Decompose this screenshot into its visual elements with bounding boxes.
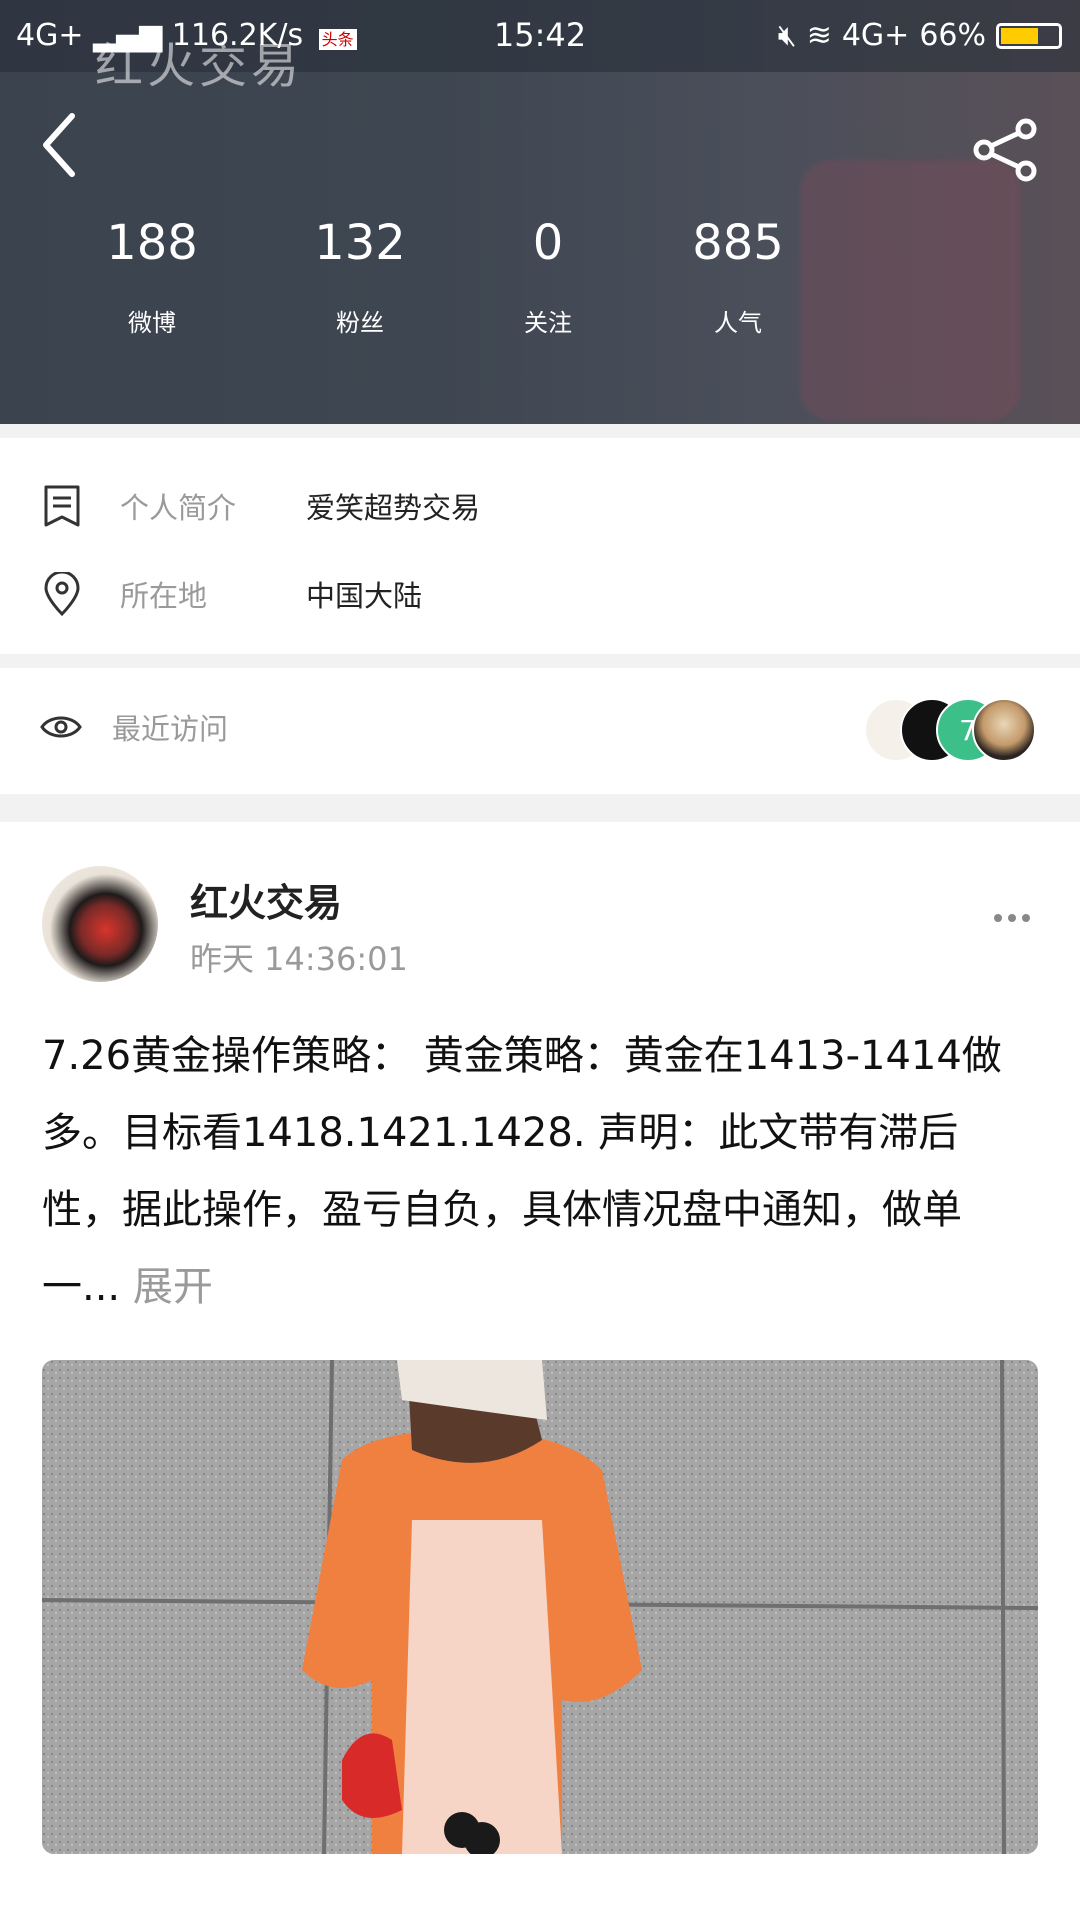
wifi-icon: ≋ (806, 18, 832, 53)
recent-visitors-row: 最近访问 (40, 706, 228, 748)
post-image[interactable] (42, 1360, 1038, 1854)
mute-icon: 🔇︎ (777, 18, 797, 53)
network-indicator-right: 4G+ (841, 18, 910, 53)
battery-icon (996, 22, 1062, 49)
stat-value: 132 (314, 215, 406, 271)
stat-label: 粉丝 (336, 309, 384, 337)
stat-value: 885 (692, 215, 784, 271)
profile-header: 4G+ ▂▄▆ 116.2K/s 头条 15:42 🔇︎ ≋ 4G+ 66% 红… (0, 0, 1080, 424)
stat-weibo[interactable]: 188 微博 (52, 215, 252, 338)
watermark-logo: 红火交易 (95, 38, 304, 94)
share-icon[interactable] (972, 118, 1038, 182)
stat-value: 188 (106, 215, 198, 271)
location-pin-icon (44, 572, 80, 616)
stat-fans[interactable]: 132 粉丝 (260, 215, 460, 338)
recent-visitors-label: 最近访问 (112, 712, 229, 746)
stat-following[interactable]: 0 关注 (448, 215, 648, 338)
bio-row: 个人简介 爱笑超势交易 (40, 476, 480, 536)
visitor-avatar[interactable] (972, 698, 1036, 762)
status-right: 🔇︎ ≋ 4G+ 66% (778, 18, 1062, 53)
recent-visitors-card[interactable]: 最近访问 7 (0, 668, 1080, 794)
post-photo (42, 1360, 1038, 1854)
location-row: 所在地 中国大陆 (40, 564, 422, 624)
eye-icon (40, 716, 82, 738)
location-label: 所在地 (120, 579, 208, 613)
more-dots-icon[interactable] (992, 912, 1032, 924)
expand-link[interactable]: 展开 (133, 1264, 213, 1310)
battery-percent: 66% (919, 18, 986, 53)
stat-label: 人气 (714, 309, 762, 337)
bio-value: 爱笑超势交易 (306, 491, 481, 525)
location-value: 中国大陆 (306, 579, 423, 613)
post-time: 昨天 14:36:01 (190, 940, 408, 978)
author-avatar[interactable] (42, 866, 158, 982)
stat-label: 关注 (524, 309, 572, 337)
stat-popularity[interactable]: 885 人气 (638, 215, 838, 338)
bio-label: 个人简介 (120, 491, 237, 525)
post-text[interactable]: 7.26黄金操作策略： 黄金策略：黄金在1413-1414做多。目标看1418.… (42, 1018, 1002, 1326)
author-name[interactable]: 红火交易 (190, 872, 342, 927)
stat-value: 0 (532, 215, 564, 271)
stat-label: 微博 (128, 309, 176, 337)
post-card: 红火交易 昨天 14:36:01 7.26黄金操作策略： 黄金策略：黄金在141… (0, 822, 1080, 1920)
visitor-avatars[interactable]: 7 (864, 698, 1036, 764)
chevron-left-icon[interactable] (40, 110, 80, 180)
profile-info-card: 个人简介 爱笑超势交易 所在地 中国大陆 (0, 438, 1080, 654)
document-icon (44, 485, 80, 527)
